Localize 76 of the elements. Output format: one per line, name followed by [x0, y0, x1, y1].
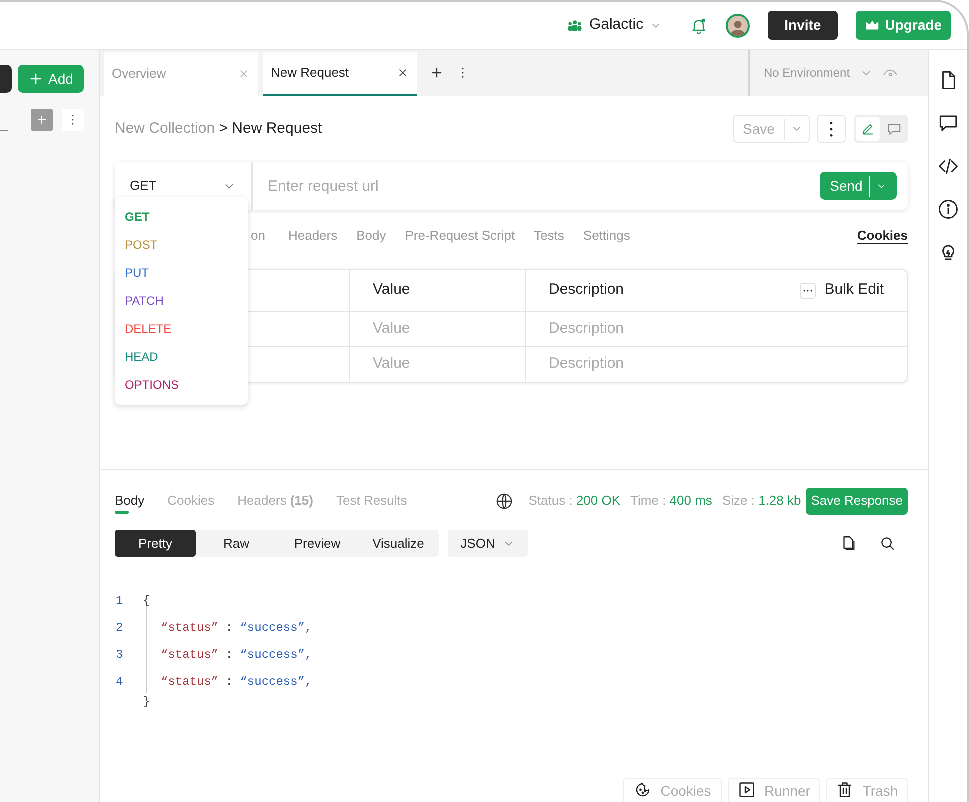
save-response-button[interactable]: Save Response [806, 488, 908, 514]
code-brace: } [143, 694, 150, 711]
url-field[interactable]: Enter request url [253, 162, 820, 210]
line-number: 1 [115, 592, 124, 610]
search-icon[interactable] [879, 535, 896, 552]
line-number: 3 [115, 646, 124, 664]
view-mode-button[interactable]: Visualize [358, 530, 439, 557]
menu-button-edge[interactable] [0, 65, 12, 93]
code-icon[interactable] [938, 156, 958, 177]
code-line: “status” : “success”, [160, 620, 312, 636]
workspace-selector[interactable]: Galactic [567, 14, 662, 37]
view-mode-button[interactable]: Raw [196, 530, 277, 557]
info-icon[interactable] [938, 199, 958, 220]
send-button[interactable]: Send [820, 172, 897, 200]
globe-icon [496, 492, 513, 510]
response-tab[interactable]: Cookies [168, 491, 215, 511]
footer-button[interactable]: Cookies [623, 778, 722, 802]
bulk-edit-button[interactable]: Bulk Edit [800, 279, 884, 302]
pencil-icon [861, 122, 875, 136]
method-option[interactable]: OPTIONS [115, 371, 248, 399]
view-mode-button[interactable]: Preview [277, 530, 358, 557]
cookies-link[interactable]: Cookies [857, 226, 908, 246]
footer-button[interactable]: Runner [728, 778, 820, 802]
method-option[interactable]: HEAD [115, 343, 248, 371]
line-number: 2 [115, 620, 124, 636]
method-option[interactable]: DELETE [115, 315, 248, 343]
request-tab[interactable]: on [251, 226, 266, 246]
upgrade-button[interactable]: Upgrade [856, 11, 951, 40]
response-metric: Size : 1.28 kb [722, 492, 802, 510]
avatar[interactable] [726, 14, 750, 38]
table-cell[interactable]: Value [373, 353, 410, 376]
code-line: “status” : “success”, [160, 646, 312, 664]
table-cell[interactable]: Description [549, 353, 624, 376]
breadcrumb: New Collection > New Request [115, 118, 322, 139]
format-select[interactable]: JSON [448, 530, 528, 557]
response-metric: Time : 400 ms [630, 492, 712, 510]
method-option[interactable]: PATCH [115, 287, 248, 315]
save-button[interactable]: Save [733, 115, 810, 143]
response-tab[interactable]: Headers (15) [238, 491, 314, 511]
trash-icon [836, 781, 854, 799]
comment-icon [886, 122, 902, 136]
table-cell[interactable]: Value [373, 318, 410, 340]
people-icon [567, 18, 584, 34]
column-header: Description [549, 280, 624, 300]
invite-button[interactable]: Invite [768, 11, 838, 40]
response-tab[interactable]: Body [115, 490, 145, 512]
request-tab[interactable]: Headers [288, 226, 338, 246]
close-icon[interactable] [397, 67, 409, 79]
code-line: “status” : “success”, [160, 674, 312, 690]
plus-icon[interactable] [430, 66, 444, 80]
column-header: Value [373, 280, 410, 300]
request-tab[interactable]: Body [356, 226, 386, 246]
plus-icon [36, 114, 48, 126]
response-metric: Status : 200 OK [528, 492, 621, 510]
environment-selector[interactable]: No Environment [764, 64, 874, 82]
edit-button[interactable] [856, 117, 880, 141]
view-mode-button[interactable]: Pretty [115, 530, 196, 557]
request-tab[interactable]: Settings [583, 226, 630, 246]
method-option[interactable]: PUT [115, 259, 248, 287]
request-tab[interactable]: Pre-Request Script [405, 226, 516, 246]
table-cell[interactable]: Description [549, 318, 624, 340]
tab[interactable]: Overview [104, 52, 258, 96]
footer-button[interactable]: Trash [826, 778, 908, 802]
comment-icon[interactable] [938, 113, 958, 134]
add-collection-button[interactable] [31, 109, 53, 131]
kebab-icon [830, 122, 833, 136]
request-tab[interactable]: Tests [534, 226, 564, 246]
line-number: 4 [115, 674, 124, 690]
plus-icon [28, 72, 43, 86]
code-brace: { [143, 592, 150, 610]
tab[interactable]: New Request [263, 52, 417, 96]
add-button[interactable]: Add [18, 65, 84, 93]
play-box-icon [738, 781, 756, 799]
method-option[interactable]: POST [115, 231, 248, 259]
cookie-icon [634, 781, 652, 799]
response-tab[interactable]: Test Results [336, 491, 408, 511]
